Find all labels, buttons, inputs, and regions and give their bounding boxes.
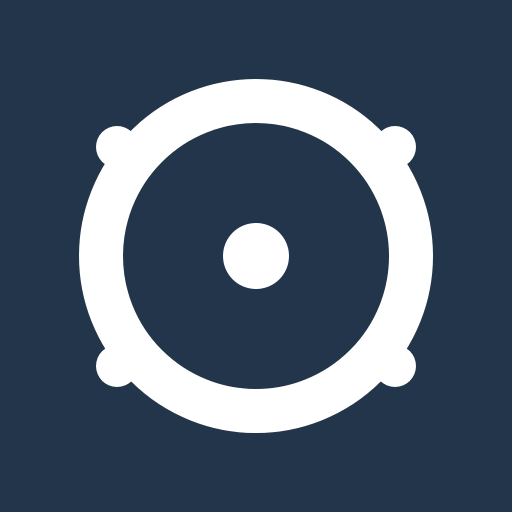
speaker-center-dot [223, 223, 289, 289]
speaker-icon [0, 0, 512, 512]
mount-knob-top-left [96, 126, 138, 168]
mount-knob-bottom-left [96, 345, 138, 387]
app-icon-canvas [0, 0, 512, 512]
mount-knob-bottom-right [374, 345, 416, 387]
mount-knob-top-right [374, 126, 416, 168]
